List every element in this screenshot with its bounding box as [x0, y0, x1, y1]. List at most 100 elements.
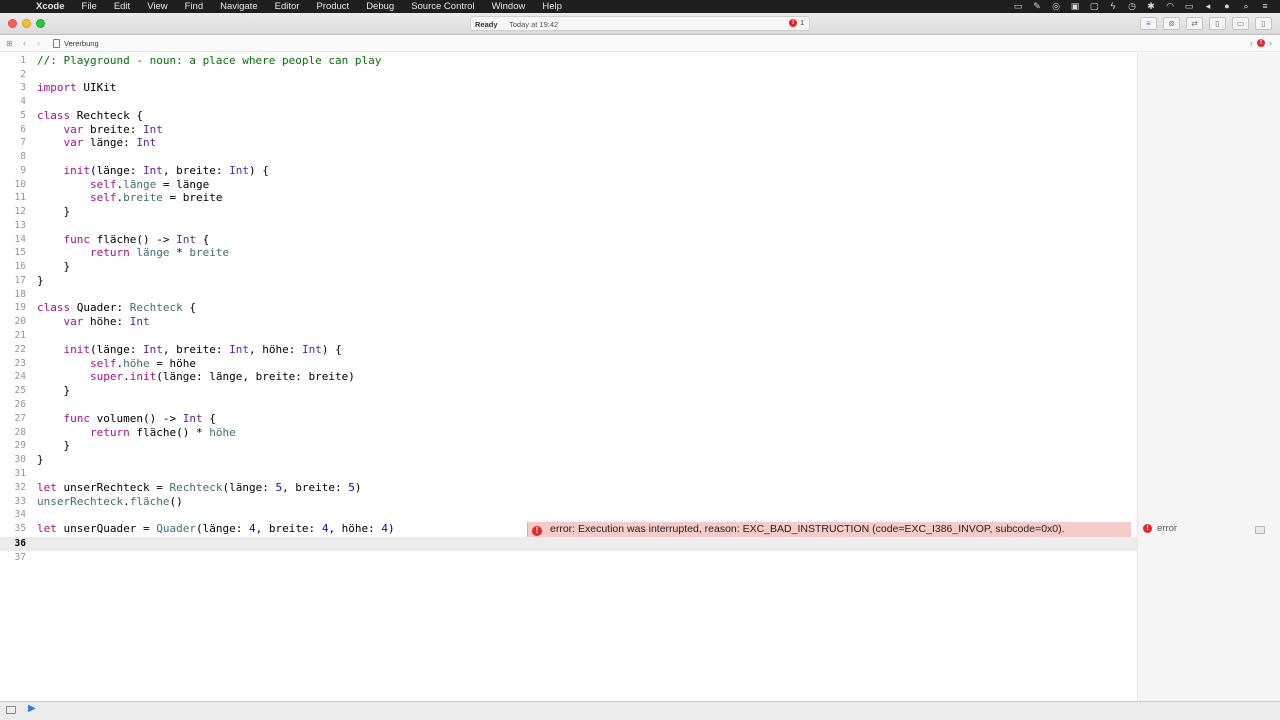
bolt-icon[interactable]: ϟ	[1108, 0, 1118, 13]
screen-icon[interactable]: ▭	[1013, 0, 1023, 13]
code-line[interactable]: 23 self.höhe = höhe	[0, 357, 1137, 371]
quick-look-icon[interactable]	[1255, 526, 1265, 534]
code-line[interactable]: 13	[0, 219, 1137, 233]
menu-debug[interactable]: Debug	[366, 0, 394, 13]
code-line[interactable]: 32 let unserRechteck = Rechteck(länge: 5,…	[0, 481, 1137, 495]
assistant-editor-button[interactable]: ⊚	[1163, 17, 1180, 30]
version-editor-button[interactable]: ⇄	[1186, 17, 1203, 30]
code-line[interactable]: 20 var höhe: Int	[0, 315, 1137, 329]
minimize-button[interactable]	[22, 19, 31, 28]
menu-product[interactable]: Product	[316, 0, 349, 13]
code-line[interactable]: 17}	[0, 274, 1137, 288]
line-number: 6	[20, 124, 26, 135]
breadcrumb-file[interactable]: Vererbung	[64, 39, 99, 48]
code-line[interactable]: 26	[0, 398, 1137, 412]
line-number: 26	[14, 399, 26, 410]
line-number: 22	[14, 344, 26, 355]
menu-view[interactable]: View	[147, 0, 167, 13]
wifi-icon[interactable]: ◠	[1165, 0, 1175, 13]
back-arrow-icon[interactable]: ‹	[23, 38, 26, 48]
code-line[interactable]: 18	[0, 288, 1137, 302]
code-line[interactable]: 22 init(länge: Int, breite: Int, höhe: I…	[0, 343, 1137, 357]
code-line[interactable]: 29 }	[0, 439, 1137, 453]
menu-source-control[interactable]: Source Control	[411, 0, 474, 13]
code-line[interactable]: 25 }	[0, 384, 1137, 398]
previous-issue-icon[interactable]: ‹	[1250, 38, 1253, 48]
standard-editor-button[interactable]: ≡	[1140, 17, 1157, 30]
bluetooth-icon[interactable]: ✱	[1146, 0, 1156, 13]
code-line[interactable]: 9 init(länge: Int, breite: Int) {	[0, 164, 1137, 178]
line-number: 23	[14, 358, 26, 369]
line-number: 7	[20, 137, 26, 148]
code-line[interactable]: 15 return länge * breite	[0, 246, 1137, 260]
error-message-banner[interactable]: ! error: Execution was interrupted, reaso…	[527, 522, 1131, 537]
code-line[interactable]: 4	[0, 95, 1137, 109]
clock-icon[interactable]: ◷	[1127, 0, 1137, 13]
issue-navigation: ‹ ! ›	[1250, 38, 1272, 48]
line-number: 18	[14, 289, 26, 300]
navigator-toggle-button[interactable]: ▯	[1209, 17, 1226, 30]
activity-viewer: Ready Today at 19:42 ! 1	[470, 16, 810, 31]
circle-icon[interactable]: ◎	[1051, 0, 1061, 13]
list-icon[interactable]: ≡	[1260, 0, 1270, 13]
menu-file[interactable]: File	[82, 0, 97, 13]
code-line[interactable]: 28 return fläche() * höhe	[0, 426, 1137, 440]
menu-xcode[interactable]: Xcode	[36, 0, 65, 13]
lock-icon[interactable]: ▢	[1089, 0, 1099, 13]
code-line[interactable]: 34	[0, 508, 1137, 522]
results-sidebar	[1137, 53, 1280, 701]
code-line[interactable]: 24 super.init(länge: länge, breite: brei…	[0, 370, 1137, 384]
next-issue-icon[interactable]: ›	[1269, 38, 1272, 48]
code-line[interactable]: 3 import UIKit	[0, 81, 1137, 95]
code-line[interactable]: 19 class Quader: Rechteck {	[0, 301, 1137, 315]
menu-editor[interactable]: Editor	[275, 0, 300, 13]
menu-navigate[interactable]: Navigate	[220, 0, 258, 13]
drive-icon[interactable]: ▣	[1070, 0, 1080, 13]
run-playground-icon[interactable]: ▶	[28, 703, 36, 714]
code-line[interactable]: 31	[0, 467, 1137, 481]
code-line[interactable]: 37	[0, 551, 1137, 565]
menu-find[interactable]: Find	[185, 0, 203, 13]
menu-help[interactable]: Help	[542, 0, 562, 13]
debug-area-icon[interactable]	[6, 706, 16, 714]
code-line[interactable]: 27 func volumen() -> Int {	[0, 412, 1137, 426]
close-button[interactable]	[8, 19, 17, 28]
menu-window[interactable]: Window	[492, 0, 526, 13]
error-count: 1	[800, 19, 804, 27]
code-line[interactable]: 1//: Playground - noun: a place where pe…	[0, 54, 1137, 68]
code-line[interactable]: 14 func fläche() -> Int {	[0, 233, 1137, 247]
code-line[interactable]: 6 var breite: Int	[0, 123, 1137, 137]
battery-icon[interactable]: ▭	[1184, 0, 1194, 13]
code-line[interactable]: 11 self.breite = breite	[0, 191, 1137, 205]
line-number: 19	[14, 302, 26, 313]
code-line[interactable]: 10 self.länge = länge	[0, 178, 1137, 192]
volume-icon[interactable]: ◂	[1203, 0, 1213, 13]
code-line[interactable]: 2	[0, 68, 1137, 82]
result-error[interactable]: ! error	[1143, 523, 1177, 534]
code-line[interactable]: 12 }	[0, 205, 1137, 219]
tools-icon[interactable]: ✎	[1032, 0, 1042, 13]
code-line[interactable]: 5 class Rechteck {	[0, 109, 1137, 123]
line-number: 10	[14, 179, 26, 190]
code-line-current[interactable]: 36	[0, 537, 1137, 551]
debug-area-toggle-button[interactable]: ▭	[1232, 17, 1249, 30]
code-line[interactable]: 16 }	[0, 260, 1137, 274]
status-text: Ready	[475, 20, 498, 29]
menu-edit[interactable]: Edit	[114, 0, 130, 13]
user-icon[interactable]: ●	[1222, 0, 1232, 13]
forward-arrow-icon[interactable]: ›	[37, 38, 40, 48]
related-items-icon[interactable]: ⊞	[6, 39, 13, 48]
code-line[interactable]: 33 unserRechteck.fläche()	[0, 495, 1137, 509]
jump-bar: ⊞ ‹ › Vererbung ‹ ! ›	[0, 36, 1280, 52]
code-line[interactable]: 21	[0, 329, 1137, 343]
code-line[interactable]: 7 var länge: Int	[0, 136, 1137, 150]
line-number: 30	[14, 454, 26, 465]
search-icon[interactable]: ⌕	[1241, 0, 1251, 13]
line-number: 13	[14, 220, 26, 231]
error-icon[interactable]: !	[1257, 39, 1265, 47]
code-line[interactable]: 30}	[0, 453, 1137, 467]
utilities-toggle-button[interactable]: ▯	[1255, 17, 1272, 30]
error-count-badge[interactable]: ! 1	[789, 19, 804, 27]
code-line[interactable]: 8	[0, 150, 1137, 164]
zoom-button[interactable]	[36, 19, 45, 28]
